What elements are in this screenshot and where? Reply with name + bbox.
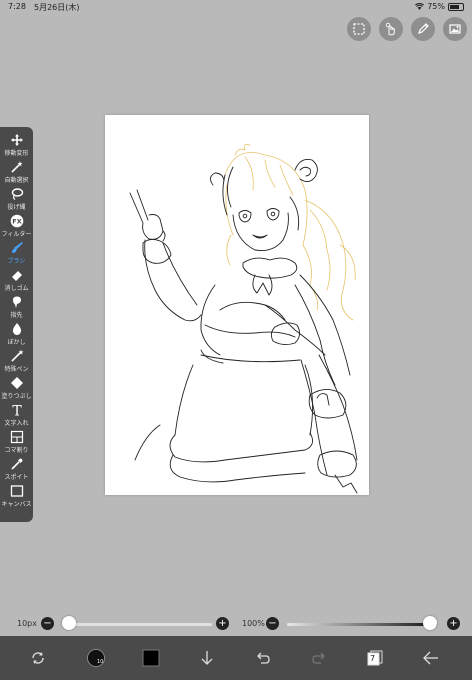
opacity-label: 100% <box>242 619 265 628</box>
move-transform-icon <box>10 134 23 146</box>
tool-label: 塗りつぶし <box>1 393 32 400</box>
battery-icon <box>448 2 464 11</box>
brush-size-minus-button[interactable]: − <box>41 617 54 630</box>
tool-text[interactable]: T 文字入れ <box>0 402 33 429</box>
tool-label: 文字入れ <box>4 420 29 427</box>
brush-size-plus-button[interactable]: + <box>216 617 229 630</box>
tool-brush[interactable]: ブラシ <box>0 240 33 267</box>
redo-button[interactable] <box>305 644 333 672</box>
svg-text:FX: FX <box>12 218 21 226</box>
slider-bar: 10px − + 100% − + <box>0 614 472 634</box>
undo-icon <box>257 652 270 664</box>
special-pen-icon <box>10 349 23 362</box>
tool-eyedropper[interactable]: スポイト <box>0 456 33 483</box>
tool-label: コマ割り <box>4 447 29 454</box>
tool-label: 自動選択 <box>4 177 29 184</box>
brush-size-slider[interactable] <box>62 623 212 626</box>
bottom-toolbar: 10 7 <box>0 636 472 680</box>
tool-label: 指先 <box>10 312 23 319</box>
tool-label: 投げ縄 <box>7 204 26 211</box>
pen-edit-icon <box>418 23 429 34</box>
tool-move-transform[interactable]: 移動変形 <box>0 132 33 159</box>
opacity-plus-button[interactable]: + <box>447 617 460 630</box>
back-arrow-icon <box>423 651 438 665</box>
redo-icon <box>312 652 325 664</box>
frame-divider-icon <box>10 430 23 444</box>
layers-button[interactable]: 7 <box>361 644 389 672</box>
fill-bucket-icon <box>10 377 23 389</box>
brush-icon <box>11 241 23 253</box>
tool-blur[interactable]: ぼかし <box>0 321 33 348</box>
brush-size-knob[interactable] <box>62 616 76 630</box>
tool-label: 消しゴム <box>4 285 29 292</box>
tool-auto-select[interactable]: 自動選択 <box>0 159 33 186</box>
opacity-knob[interactable] <box>423 616 437 630</box>
battery-percent: 75% <box>427 2 445 11</box>
tool-label: ブラシ <box>7 258 26 265</box>
tool-eraser[interactable]: 消しゴム <box>0 267 33 294</box>
tool-finger[interactable]: 指先 <box>0 294 33 321</box>
tool-frame-divider[interactable]: コマ割り <box>0 429 33 456</box>
svg-text:T: T <box>12 404 22 418</box>
gesture-hand-icon <box>385 22 395 36</box>
layer-count: 7 <box>370 654 376 663</box>
tool-panel: 移動変形 自動選択 投げ縄 FX フィルター ブラシ 消しゴム 指先 ぼかし 特… <box>0 127 33 522</box>
tool-canvas[interactable]: キャンバス <box>0 483 33 510</box>
tool-label: キャンバス <box>1 501 32 508</box>
eraser-icon <box>11 271 22 281</box>
status-time: 7:28 <box>8 2 26 11</box>
brush-preview-button[interactable]: 10 <box>82 644 110 672</box>
brush-size-badge: 10 <box>97 659 104 665</box>
tool-label: ぼかし <box>7 339 26 346</box>
eyedropper-icon <box>10 458 22 470</box>
canvas-icon <box>10 485 23 497</box>
gallery-button[interactable] <box>443 17 467 41</box>
status-date: 5月26日(木) <box>34 3 80 12</box>
brush-size-label: 10px <box>17 619 37 628</box>
status-bar: 7:28 5月26日(木) 75% <box>0 0 472 14</box>
status-right: 75% <box>415 2 464 11</box>
line-art-drawing <box>129 144 358 494</box>
opacity-minus-button[interactable]: − <box>266 617 279 630</box>
tool-filter[interactable]: FX フィルター <box>0 213 33 240</box>
transform-icon <box>32 652 44 664</box>
color-swatch-button[interactable] <box>137 644 165 672</box>
selection-icon <box>353 23 365 35</box>
selection-button[interactable] <box>347 17 371 41</box>
save-download-button[interactable] <box>193 644 221 672</box>
tool-special-pen[interactable]: 特殊ペン <box>0 348 33 375</box>
finger-smudge-icon <box>12 296 21 308</box>
blur-drop-icon <box>12 323 21 335</box>
drawing-canvas[interactable] <box>105 115 369 495</box>
download-arrow-icon <box>201 651 213 665</box>
pen-edit-button[interactable] <box>411 17 435 41</box>
wifi-icon <box>415 3 425 10</box>
tool-label: スポイト <box>4 474 29 481</box>
color-swatch-icon <box>142 649 160 667</box>
back-button[interactable] <box>417 644 445 672</box>
fx-filter-icon: FX <box>10 214 23 228</box>
opacity-slider[interactable] <box>287 623 437 626</box>
text-icon: T <box>12 404 22 418</box>
tool-lasso[interactable]: 投げ縄 <box>0 186 33 213</box>
gesture-button[interactable] <box>379 17 403 41</box>
tool-fill[interactable]: 塗りつぶし <box>0 375 33 402</box>
tool-label: フィルター <box>1 231 32 238</box>
tool-label: 移動変形 <box>4 150 29 157</box>
magic-wand-icon <box>10 161 22 173</box>
transform-button[interactable] <box>24 644 52 672</box>
gallery-image-icon <box>449 24 461 34</box>
tool-label: 特殊ペン <box>4 366 29 373</box>
undo-button[interactable] <box>249 644 277 672</box>
lasso-icon <box>11 188 23 200</box>
